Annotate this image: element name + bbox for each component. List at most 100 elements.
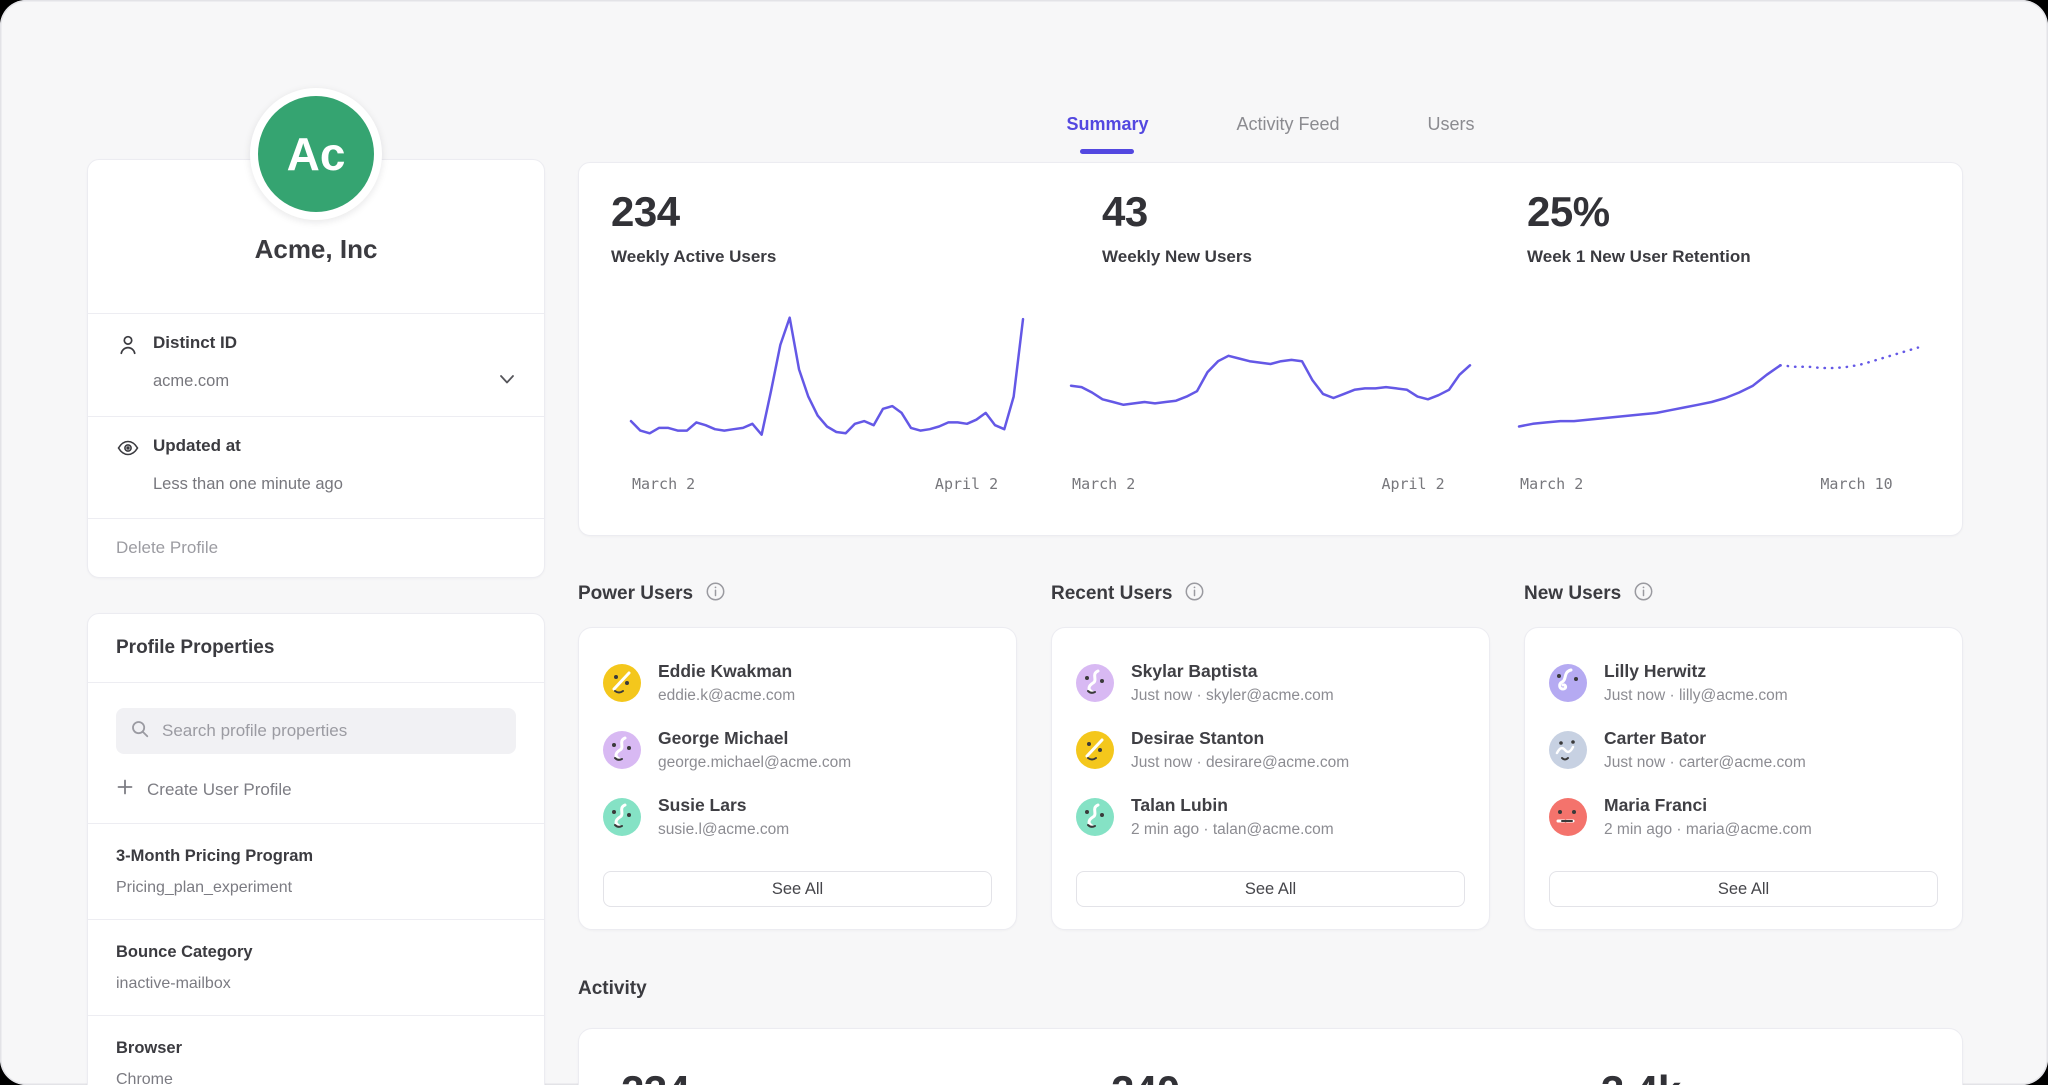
see-all-button[interactable]: See All <box>1549 871 1938 907</box>
info-icon[interactable] <box>1184 581 1205 607</box>
field-row-updated-at: Updated at Less than one minute ago <box>88 417 544 518</box>
see-all-button[interactable]: See All <box>603 871 992 907</box>
section-power-users: Power Users Eddie Kwakman eddie.k@acme.c… <box>578 580 1017 930</box>
x-axis-tick: April 2 <box>935 475 998 493</box>
stat-value: 25% <box>1527 189 1751 235</box>
x-axis-tick: March 2 <box>1520 475 1583 493</box>
search-icon <box>130 719 150 744</box>
property-item: Browser Chrome <box>88 1016 544 1085</box>
field-label: Updated at <box>153 433 483 459</box>
user-name: Lilly Herwitz <box>1604 659 1788 683</box>
x-axis: March 2 April 2 <box>1068 475 1473 495</box>
user-email: Just now · lilly@acme.com <box>1604 685 1788 707</box>
user-name: George Michael <box>658 726 851 750</box>
divider <box>88 682 544 683</box>
user-email: 2 min ago · maria@acme.com <box>1604 819 1812 841</box>
user-name: Susie Lars <box>658 793 789 817</box>
x-axis-tick: April 2 <box>1381 475 1444 493</box>
profile-properties-tools: Create User Profile <box>88 708 544 824</box>
user-avatar <box>1549 664 1587 702</box>
power-users-card: Eddie Kwakman eddie.k@acme.com George Mi… <box>578 627 1017 930</box>
search-profile-properties[interactable] <box>116 708 516 754</box>
profile-properties-card: Profile Properties Create User Pro <box>87 613 545 1085</box>
user-avatar <box>603 731 641 769</box>
create-user-profile-label: Create User Profile <box>147 780 292 800</box>
user-email: george.michael@acme.com <box>658 752 851 774</box>
user-avatar <box>1549 731 1587 769</box>
user-name: Carter Bator <box>1604 726 1806 750</box>
company-avatar-wrap: Ac <box>250 88 382 220</box>
user-row[interactable]: Maria Franci 2 min ago · maria@acme.com <box>1549 788 1938 846</box>
user-email: eddie.k@acme.com <box>658 685 795 707</box>
delete-profile-button[interactable]: Delete Profile <box>88 519 544 577</box>
x-axis: March 2 April 2 <box>628 475 1026 495</box>
property-value: Chrome <box>116 1069 516 1085</box>
activity-stat: 234 <box>621 1067 690 1085</box>
user-row[interactable]: Lilly Herwitz Just now · lilly@acme.com <box>1549 654 1938 712</box>
tab-activity-feed[interactable]: Activity Feed <box>1236 110 1339 140</box>
user-row[interactable]: Skylar Baptista Just now · skyler@acme.c… <box>1076 654 1465 712</box>
stat-value: 43 <box>1102 189 1252 235</box>
plus-icon <box>116 778 134 801</box>
stat-week1-retention: 25% Week 1 New User Retention <box>1527 189 1751 267</box>
user-row[interactable]: Desirae Stanton Just now · desirare@acme… <box>1076 721 1465 779</box>
field-value: acme.com <box>153 368 483 394</box>
eye-icon <box>116 436 140 465</box>
user-email: Just now · desirare@acme.com <box>1131 752 1349 774</box>
field-row-distinct-id[interactable]: Distinct ID acme.com <box>88 314 544 416</box>
user-name: Eddie Kwakman <box>658 659 795 683</box>
stat-label: Weekly New Users <box>1102 247 1252 267</box>
activity-title: Activity <box>578 978 1963 1006</box>
field-value: Less than one minute ago <box>153 471 483 497</box>
user-row[interactable]: Eddie Kwakman eddie.k@acme.com <box>603 654 992 712</box>
profile-sidebar: Ac Acme, Inc Distinct ID acme.com <box>87 0 545 1085</box>
field-label: Distinct ID <box>153 330 483 356</box>
section-recent-users: Recent Users Skylar Baptista Just now · … <box>1051 580 1490 930</box>
stat-value: 234 <box>611 189 776 235</box>
company-card: Acme, Inc Distinct ID acme.com <box>87 159 545 578</box>
user-avatar <box>1076 731 1114 769</box>
company-name: Acme, Inc <box>88 233 544 313</box>
person-icon <box>116 333 140 362</box>
user-avatar <box>603 798 641 836</box>
info-icon[interactable] <box>705 581 726 607</box>
user-name: Desirae Stanton <box>1131 726 1349 750</box>
section-header: New Users <box>1524 580 1963 608</box>
chevron-down-icon[interactable] <box>496 368 520 395</box>
profile-properties-title: Profile Properties <box>88 614 544 682</box>
x-axis-tick: March 2 <box>632 475 695 493</box>
section-title: Power Users <box>578 583 693 605</box>
user-email: Just now · carter@acme.com <box>1604 752 1806 774</box>
stat-label: Weekly Active Users <box>611 247 776 267</box>
section-new-users: New Users Lilly Herwitz Just now · lilly… <box>1524 580 1963 930</box>
info-icon[interactable] <box>1633 581 1654 607</box>
user-avatar <box>1076 664 1114 702</box>
x-axis-tick: March 10 <box>1820 475 1892 493</box>
tab-summary[interactable]: Summary <box>1066 110 1148 140</box>
see-all-button[interactable]: See All <box>1076 871 1465 907</box>
stat-label: Week 1 New User Retention <box>1527 247 1751 267</box>
tab-users[interactable]: Users <box>1428 110 1475 140</box>
user-row[interactable]: Carter Bator Just now · carter@acme.com <box>1549 721 1938 779</box>
tab-bar: Summary Activity Feed Users <box>578 110 1963 140</box>
search-input[interactable] <box>160 720 502 742</box>
property-name: Browser <box>116 1037 516 1059</box>
user-sections-row: Power Users Eddie Kwakman eddie.k@acme.c… <box>578 580 1963 930</box>
x-axis-tick: March 2 <box>1072 475 1135 493</box>
user-row[interactable]: Susie Lars susie.l@acme.com <box>603 788 992 846</box>
main-content: Summary Activity Feed Users 234 Weekly A… <box>578 0 1963 1085</box>
property-name: 3-Month Pricing Program <box>116 845 516 867</box>
sparkline-week1-retention: March 2 March 10 <box>1516 309 1921 499</box>
section-title: Recent Users <box>1051 583 1172 605</box>
user-avatar <box>603 664 641 702</box>
user-email: 2 min ago · talan@acme.com <box>1131 819 1334 841</box>
user-row[interactable]: George Michael george.michael@acme.com <box>603 721 992 779</box>
user-avatar <box>1549 798 1587 836</box>
user-avatar <box>1076 798 1114 836</box>
section-header: Recent Users <box>1051 580 1490 608</box>
user-row[interactable]: Talan Lubin 2 min ago · talan@acme.com <box>1076 788 1465 846</box>
create-user-profile-button[interactable]: Create User Profile <box>116 778 516 801</box>
property-value: inactive-mailbox <box>116 973 516 995</box>
property-item: Bounce Category inactive-mailbox <box>88 920 544 1016</box>
company-avatar: Ac <box>250 88 382 220</box>
